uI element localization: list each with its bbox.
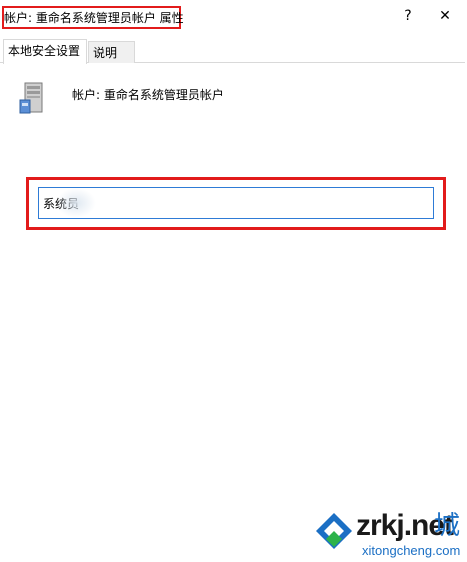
- tab-local-security-setting[interactable]: 本地安全设置: [3, 39, 87, 64]
- blurred-text-overlay: [56, 188, 96, 218]
- server-icon: [19, 82, 43, 114]
- help-button[interactable]: ?: [397, 4, 419, 28]
- window-title: 帐户: 重命名系统管理员帐户 属性: [4, 11, 184, 25]
- watermark-cheng-text: 城: [434, 511, 461, 541]
- policy-label: 帐户: 重命名系统管理员帐户: [72, 88, 224, 102]
- watermark: zrkj.net 城 xitongcheng.com: [314, 505, 464, 561]
- watermark-sub-text: xitongcheng.com: [362, 543, 461, 558]
- title-bar: 帐户: 重命名系统管理员帐户 属性 ? ✕: [0, 0, 467, 32]
- close-button[interactable]: ✕: [430, 4, 460, 28]
- watermark-logo-icon: [316, 513, 352, 549]
- tab-pane: [0, 62, 465, 562]
- tab-explain[interactable]: 说明: [88, 41, 135, 63]
- account-name-input[interactable]: [38, 187, 434, 219]
